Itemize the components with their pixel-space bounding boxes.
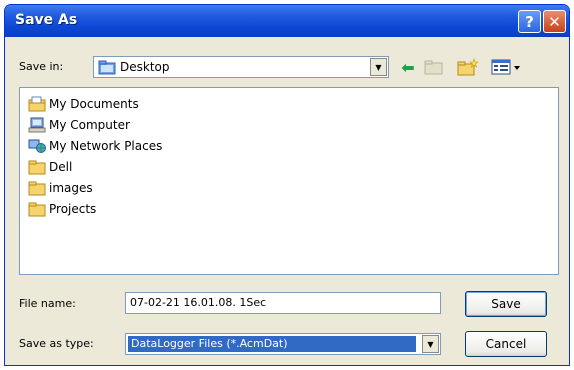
- list-item-label: My Network Places: [49, 139, 163, 153]
- list-item-my-documents[interactable]: My Documents: [28, 94, 139, 114]
- close-button[interactable]: ✕: [543, 10, 566, 33]
- title-bar[interactable]: Save As ? ✕: [5, 5, 569, 37]
- save-as-type-label: Save as type:: [19, 337, 94, 350]
- chevron-down-icon: ▼: [375, 62, 382, 72]
- save-button[interactable]: Save: [465, 291, 547, 317]
- save-as-type-dropdown-arrow[interactable]: ▼: [422, 335, 439, 353]
- list-item-label: images: [49, 181, 93, 195]
- list-item-dell[interactable]: Dell: [28, 157, 72, 177]
- save-as-type-value: DataLogger Files (*.AcmDat): [128, 336, 416, 352]
- up-one-level-button[interactable]: [423, 57, 445, 77]
- list-item-my-computer[interactable]: My Computer: [28, 115, 130, 135]
- folder-icon: [28, 181, 46, 196]
- list-item-images[interactable]: images: [28, 178, 93, 198]
- file-name-input[interactable]: 07-02-21 16.01.08. 1Sec: [125, 292, 441, 314]
- views-menu-button[interactable]: [489, 57, 525, 77]
- file-name-label: File name:: [19, 297, 76, 310]
- close-icon: ✕: [548, 12, 561, 31]
- save-as-type-dropdown[interactable]: DataLogger Files (*.AcmDat) ▼: [125, 333, 441, 355]
- cancel-button[interactable]: Cancel: [465, 331, 547, 357]
- list-item-label: Dell: [49, 160, 73, 174]
- create-new-folder-button[interactable]: [457, 57, 479, 77]
- help-button[interactable]: ?: [518, 10, 541, 33]
- list-item-label: My Computer: [49, 118, 130, 132]
- network-places-icon: [28, 139, 46, 153]
- list-item-label: My Documents: [49, 97, 139, 111]
- back-button[interactable]: ⬅: [397, 57, 419, 77]
- help-icon: ?: [525, 12, 534, 31]
- save-in-value: Desktop: [120, 60, 170, 74]
- views-menu-icon: [491, 59, 520, 75]
- file-list[interactable]: My Documents My Computer My Network Plac…: [19, 87, 559, 275]
- back-arrow-icon: ⬅: [401, 57, 415, 77]
- desktop-folder-icon: [98, 60, 116, 75]
- folder-icon: [28, 202, 46, 217]
- list-item-label: Projects: [49, 202, 97, 216]
- list-item-my-network-places[interactable]: My Network Places: [28, 136, 162, 156]
- list-item-projects[interactable]: Projects: [28, 199, 96, 219]
- folder-icon: [28, 160, 46, 175]
- save-as-dialog: Save As ? ✕ Save in: Desktop ▼ ⬅ My Docu…: [4, 4, 570, 366]
- window-title: Save As: [15, 12, 78, 28]
- chevron-down-icon: ▼: [427, 339, 434, 349]
- my-computer-icon: [28, 117, 46, 133]
- save-in-label: Save in:: [19, 60, 64, 73]
- up-folder-icon: [424, 60, 443, 75]
- save-in-dropdown[interactable]: Desktop ▼: [93, 56, 389, 78]
- my-documents-icon: [28, 96, 46, 112]
- new-folder-icon: [457, 58, 479, 76]
- save-in-dropdown-arrow[interactable]: ▼: [370, 58, 387, 76]
